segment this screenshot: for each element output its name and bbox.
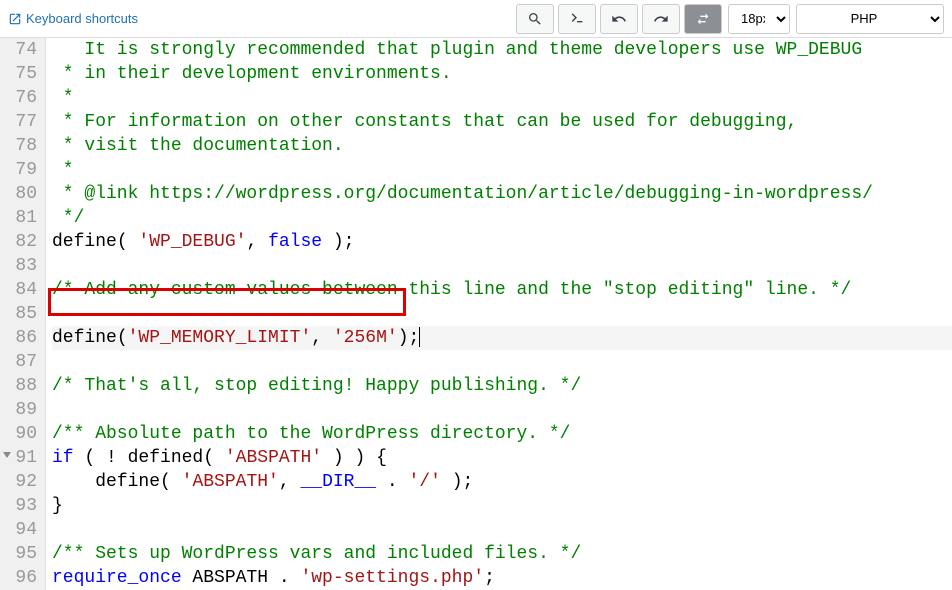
search-button[interactable] bbox=[516, 4, 554, 34]
wrap-icon bbox=[695, 11, 711, 27]
code-line[interactable]: define( 'ABSPATH', __DIR__ . '/' ); bbox=[52, 470, 952, 494]
line-number: 74 bbox=[6, 38, 37, 62]
line-number: 92 bbox=[6, 470, 37, 494]
code-line[interactable]: * visit the documentation. bbox=[52, 134, 952, 158]
redo-button[interactable] bbox=[642, 4, 680, 34]
line-number: 79 bbox=[6, 158, 37, 182]
line-number: 78 bbox=[6, 134, 37, 158]
console-button[interactable] bbox=[558, 4, 596, 34]
code-line[interactable]: } bbox=[52, 494, 952, 518]
line-number: 88 bbox=[6, 374, 37, 398]
line-number: 77 bbox=[6, 110, 37, 134]
language-select[interactable]: PHP bbox=[796, 4, 944, 34]
font-size-select[interactable]: 18px bbox=[728, 4, 790, 34]
code-line[interactable]: * in their development environments. bbox=[52, 62, 952, 86]
fold-icon[interactable] bbox=[3, 452, 11, 458]
redo-icon bbox=[653, 11, 669, 27]
code-line[interactable] bbox=[52, 302, 952, 326]
undo-icon bbox=[611, 11, 627, 27]
code-line[interactable]: define('WP_MEMORY_LIMIT', '256M'); bbox=[52, 326, 952, 350]
code-line[interactable]: if ( ! defined( 'ABSPATH' ) ) { bbox=[52, 446, 952, 470]
code-line[interactable]: * For information on other constants tha… bbox=[52, 110, 952, 134]
kb-link-label: Keyboard shortcuts bbox=[26, 11, 138, 26]
line-number: 84 bbox=[6, 278, 37, 302]
code-line[interactable]: define( 'WP_DEBUG', false ); bbox=[52, 230, 952, 254]
code-line[interactable]: /** Absolute path to the WordPress direc… bbox=[52, 422, 952, 446]
code-line[interactable] bbox=[52, 518, 952, 542]
code-line[interactable]: /* Add any custom values between this li… bbox=[52, 278, 952, 302]
line-number: 83 bbox=[6, 254, 37, 278]
code-line[interactable]: /* That's all, stop editing! Happy publi… bbox=[52, 374, 952, 398]
line-number: 90 bbox=[6, 422, 37, 446]
code-line[interactable]: * bbox=[52, 86, 952, 110]
line-number: 95 bbox=[6, 542, 37, 566]
code-line[interactable] bbox=[52, 350, 952, 374]
line-number: 85 bbox=[6, 302, 37, 326]
keyboard-shortcuts-link[interactable]: Keyboard shortcuts bbox=[8, 11, 138, 26]
wrap-button[interactable] bbox=[684, 4, 722, 34]
line-number: 94 bbox=[6, 518, 37, 542]
code-line[interactable]: It is strongly recommended that plugin a… bbox=[52, 38, 952, 62]
line-number: 82 bbox=[6, 230, 37, 254]
line-number: 76 bbox=[6, 86, 37, 110]
code-line[interactable]: * @link https://wordpress.org/documentat… bbox=[52, 182, 952, 206]
code-line[interactable] bbox=[52, 398, 952, 422]
line-number: 87 bbox=[6, 350, 37, 374]
undo-button[interactable] bbox=[600, 4, 638, 34]
code-line[interactable] bbox=[52, 254, 952, 278]
code-line[interactable]: */ bbox=[52, 206, 952, 230]
line-number: 81 bbox=[6, 206, 37, 230]
line-number: 89 bbox=[6, 398, 37, 422]
line-number: 86 bbox=[6, 326, 37, 350]
line-number: 93 bbox=[6, 494, 37, 518]
code-area[interactable]: It is strongly recommended that plugin a… bbox=[46, 38, 952, 590]
line-number: 96 bbox=[6, 566, 37, 590]
search-icon bbox=[527, 11, 543, 27]
line-number: 75 bbox=[6, 62, 37, 86]
code-line[interactable]: * bbox=[52, 158, 952, 182]
console-icon bbox=[569, 11, 585, 27]
line-number: 80 bbox=[6, 182, 37, 206]
code-line[interactable]: /** Sets up WordPress vars and included … bbox=[52, 542, 952, 566]
code-line[interactable]: require_once ABSPATH . 'wp-settings.php'… bbox=[52, 566, 952, 590]
external-link-icon bbox=[8, 12, 22, 26]
line-number: 91 bbox=[6, 446, 37, 470]
toolbar: Keyboard shortcuts 18px PHP bbox=[0, 0, 952, 38]
line-gutter: 7475767778798081828384858687888990919293… bbox=[0, 38, 46, 590]
code-editor[interactable]: 7475767778798081828384858687888990919293… bbox=[0, 38, 952, 590]
